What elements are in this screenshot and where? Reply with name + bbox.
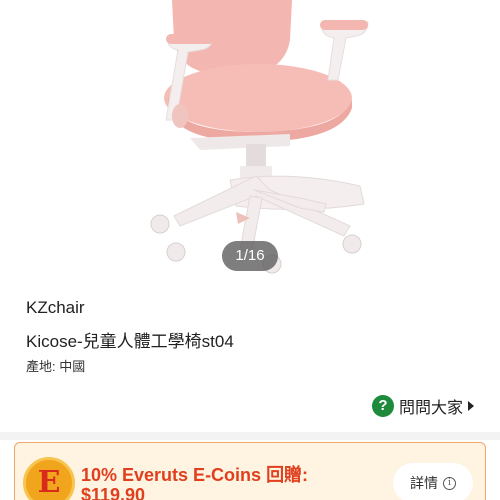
image-counter: 1/16	[222, 241, 278, 271]
brand-name[interactable]: KZchair	[26, 298, 85, 318]
caret-right-icon	[468, 401, 474, 411]
section-divider	[0, 432, 500, 440]
ask-everyone-label: 問問大家	[398, 400, 463, 417]
product-title: Kicose-兒童人體工學椅st04	[26, 332, 234, 351]
details-label: 詳情	[410, 475, 438, 491]
ask-everyone-link[interactable]: ? 問問大家	[371, 394, 474, 418]
details-button[interactable]: 詳情 i	[393, 463, 473, 500]
question-icon: ?	[371, 395, 394, 417]
everuts-coin-icon: E	[23, 457, 75, 500]
promo-text: 10% Everuts E-Coins 回贈:	[81, 465, 309, 485]
product-image[interactable]: 1/16	[0, 0, 500, 280]
chair-illustration	[150, 0, 369, 274]
promo-amount: $119.90	[81, 485, 146, 500]
info-icon: i	[443, 476, 456, 490]
product-origin: 產地: 中國	[26, 359, 86, 374]
ecoins-promo-banner[interactable]: E 10% Everuts E-Coins 回贈: $119.90 詳情 i	[14, 442, 486, 500]
